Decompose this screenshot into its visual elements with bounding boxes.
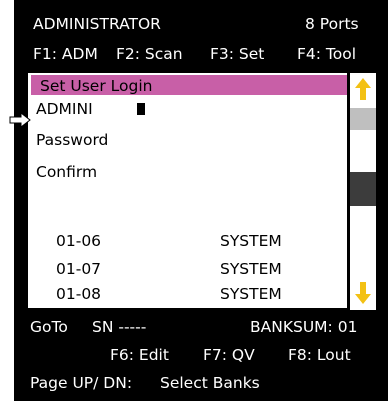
f3-set-button[interactable]: F3: Set xyxy=(210,44,264,64)
right-arrow-icon xyxy=(9,112,31,128)
f4-tool-button[interactable]: F4: Tool xyxy=(297,44,356,64)
confirm-field[interactable]: Confirm xyxy=(36,162,97,182)
port-name: SYSTEM xyxy=(220,285,282,303)
f7-qv-button[interactable]: F7: QV xyxy=(203,345,255,365)
port-list: 01-06 SYSTEM 01-07 SYSTEM 01-08 SYSTEM xyxy=(28,228,347,308)
admin-title: ADMINISTRATOR xyxy=(33,15,161,33)
scrollbar-segment xyxy=(350,108,376,130)
f2-scan-button[interactable]: F2: Scan xyxy=(116,44,183,64)
f8-lout-button[interactable]: F8: Lout xyxy=(288,345,351,365)
list-divider xyxy=(28,228,347,230)
f6-edit-button[interactable]: F6: Edit xyxy=(110,345,169,365)
goto-label[interactable]: GoTo xyxy=(30,317,68,337)
list-item[interactable]: 01-07 SYSTEM xyxy=(28,260,347,280)
port-id: 01-06 xyxy=(56,232,102,250)
arrow-down-icon[interactable] xyxy=(353,280,373,306)
login-dialog xyxy=(28,73,347,228)
port-name: SYSTEM xyxy=(220,232,282,250)
text-cursor xyxy=(137,103,145,115)
select-banks-label: Select Banks xyxy=(160,374,260,392)
password-field[interactable]: Password xyxy=(36,130,108,150)
banksum-value: BANKSUM: 01 xyxy=(250,318,358,336)
f1-adm-button[interactable]: F1: ADM xyxy=(33,44,98,64)
list-item[interactable]: 01-06 SYSTEM xyxy=(28,232,347,252)
dialog-title: Set User Login xyxy=(40,77,153,95)
username-field[interactable]: ADMINI xyxy=(36,99,93,119)
page-updn-label: Page UP/ DN: xyxy=(30,374,133,392)
port-name: SYSTEM xyxy=(220,260,282,278)
arrow-up-icon[interactable] xyxy=(353,76,373,102)
port-id: 01-08 xyxy=(56,285,102,303)
list-item[interactable]: 01-08 SYSTEM xyxy=(28,285,347,305)
scrollbar-thumb[interactable] xyxy=(350,172,376,206)
sn-field: SN ----- xyxy=(92,318,147,336)
port-id: 01-07 xyxy=(56,260,102,278)
ports-count: 8 Ports xyxy=(305,15,359,33)
